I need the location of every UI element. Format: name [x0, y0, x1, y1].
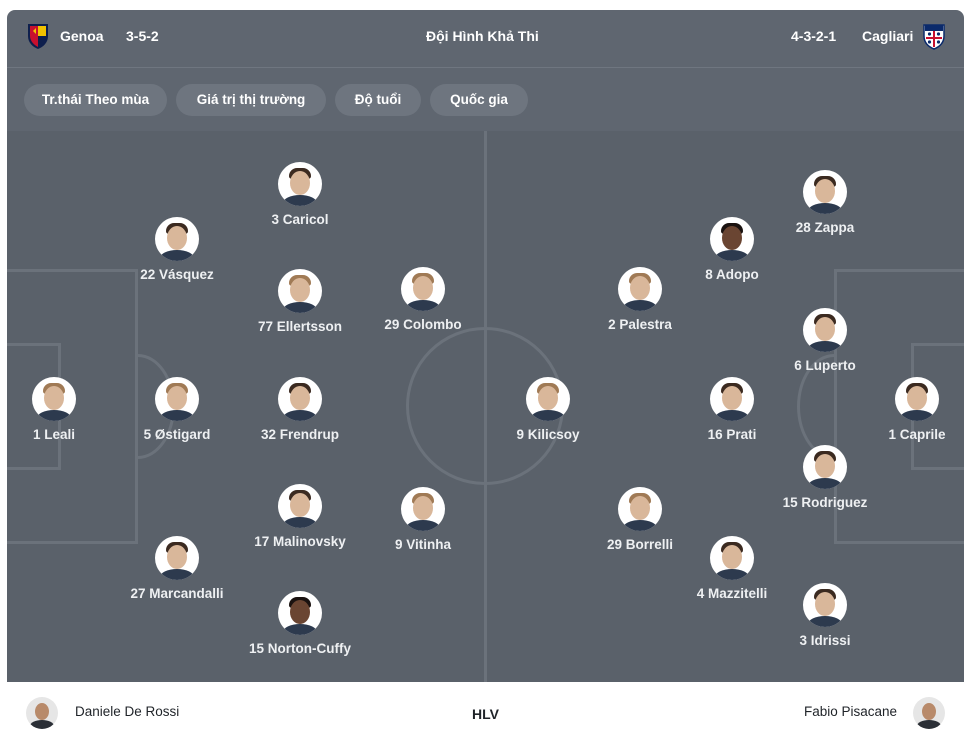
home-player[interactable]: 32 Frendrup — [225, 377, 375, 442]
away-coach-avatar — [913, 697, 945, 729]
player-avatar — [155, 377, 199, 421]
player-avatar — [803, 308, 847, 352]
home-team-name[interactable]: Genoa — [60, 28, 104, 44]
coaches-row: Daniele De Rossi HLV Fabio Pisacane — [7, 682, 964, 743]
player-name: 32 Frendrup — [260, 427, 339, 442]
home-player[interactable]: 3 Caricol — [225, 162, 375, 227]
lineup-card: Genoa 3-5-2 Đội Hình Khả Thi 4-3-2-1 Cag… — [7, 10, 964, 743]
away-player[interactable]: 15 Rodriguez — [750, 445, 900, 510]
player-avatar — [401, 267, 445, 311]
lineup-header: Genoa 3-5-2 Đội Hình Khả Thi 4-3-2-1 Cag… — [7, 10, 964, 68]
lineup-title: Đội Hình Khả Thi — [426, 28, 539, 44]
home-formation: 3-5-2 — [126, 28, 159, 44]
filter-season-status[interactable]: Tr.thái Theo mùa — [24, 84, 167, 116]
home-coach-name[interactable]: Daniele De Rossi — [75, 704, 179, 719]
home-player[interactable]: 15 Norton-Cuffy — [225, 591, 375, 656]
away-player[interactable]: 1 Caprile — [842, 377, 964, 442]
home-player[interactable]: 9 Vitinha — [348, 487, 498, 552]
player-name: 9 Kilicsoy — [516, 427, 580, 442]
player-name: 3 Caricol — [271, 212, 329, 227]
player-name: 4 Mazzitelli — [696, 586, 768, 601]
away-coach-name[interactable]: Fabio Pisacane — [804, 704, 897, 719]
player-avatar — [803, 583, 847, 627]
genoa-crest-icon[interactable] — [26, 22, 50, 50]
player-avatar — [278, 269, 322, 313]
filter-age[interactable]: Độ tuổi — [335, 84, 421, 116]
home-coach-avatar — [26, 697, 58, 729]
player-avatar — [278, 377, 322, 421]
player-avatar — [155, 217, 199, 261]
player-avatar — [278, 484, 322, 528]
player-avatar — [401, 487, 445, 531]
cagliari-crest-icon[interactable] — [922, 22, 946, 50]
filter-bar: Tr.thái Theo mùa Giá trị thị trường Độ t… — [7, 68, 964, 131]
player-avatar — [526, 377, 570, 421]
player-name: 29 Colombo — [384, 317, 462, 332]
away-player[interactable]: 29 Borrelli — [565, 487, 715, 552]
player-name: 1 Caprile — [888, 427, 946, 442]
coach-label: HLV — [472, 706, 499, 722]
player-name: 9 Vitinha — [394, 537, 452, 552]
home-player[interactable]: 29 Colombo — [348, 267, 498, 332]
player-avatar — [155, 536, 199, 580]
player-name: 6 Luperto — [794, 358, 856, 373]
player-name: 3 Idrissi — [799, 633, 851, 648]
player-name: 15 Rodriguez — [782, 495, 868, 510]
player-avatar — [278, 162, 322, 206]
away-player[interactable]: 2 Palestra — [565, 267, 715, 332]
player-avatar — [618, 487, 662, 531]
pitch: 1 Leali 22 Vásquez 5 Østigard 27 Marcand… — [7, 131, 964, 682]
filter-market-value[interactable]: Giá trị thị trường — [176, 84, 326, 116]
away-player[interactable]: 6 Luperto — [750, 308, 900, 373]
filter-nationality[interactable]: Quốc gia — [430, 84, 528, 116]
away-player[interactable]: 9 Kilicsoy — [473, 377, 623, 442]
player-avatar — [803, 445, 847, 489]
player-name: 2 Palestra — [608, 317, 672, 332]
player-avatar — [895, 377, 939, 421]
player-avatar — [710, 377, 754, 421]
player-avatar — [278, 591, 322, 635]
player-name: 15 Norton-Cuffy — [249, 641, 351, 656]
player-avatar — [710, 536, 754, 580]
player-avatar — [32, 377, 76, 421]
player-name: 16 Prati — [707, 427, 757, 442]
player-avatar — [710, 217, 754, 261]
player-name: 29 Borrelli — [606, 537, 674, 552]
player-avatar — [803, 170, 847, 214]
player-avatar — [618, 267, 662, 311]
away-formation: 4-3-2-1 — [791, 28, 837, 44]
away-player[interactable]: 16 Prati — [657, 377, 807, 442]
away-team-name[interactable]: Cagliari — [862, 28, 913, 44]
